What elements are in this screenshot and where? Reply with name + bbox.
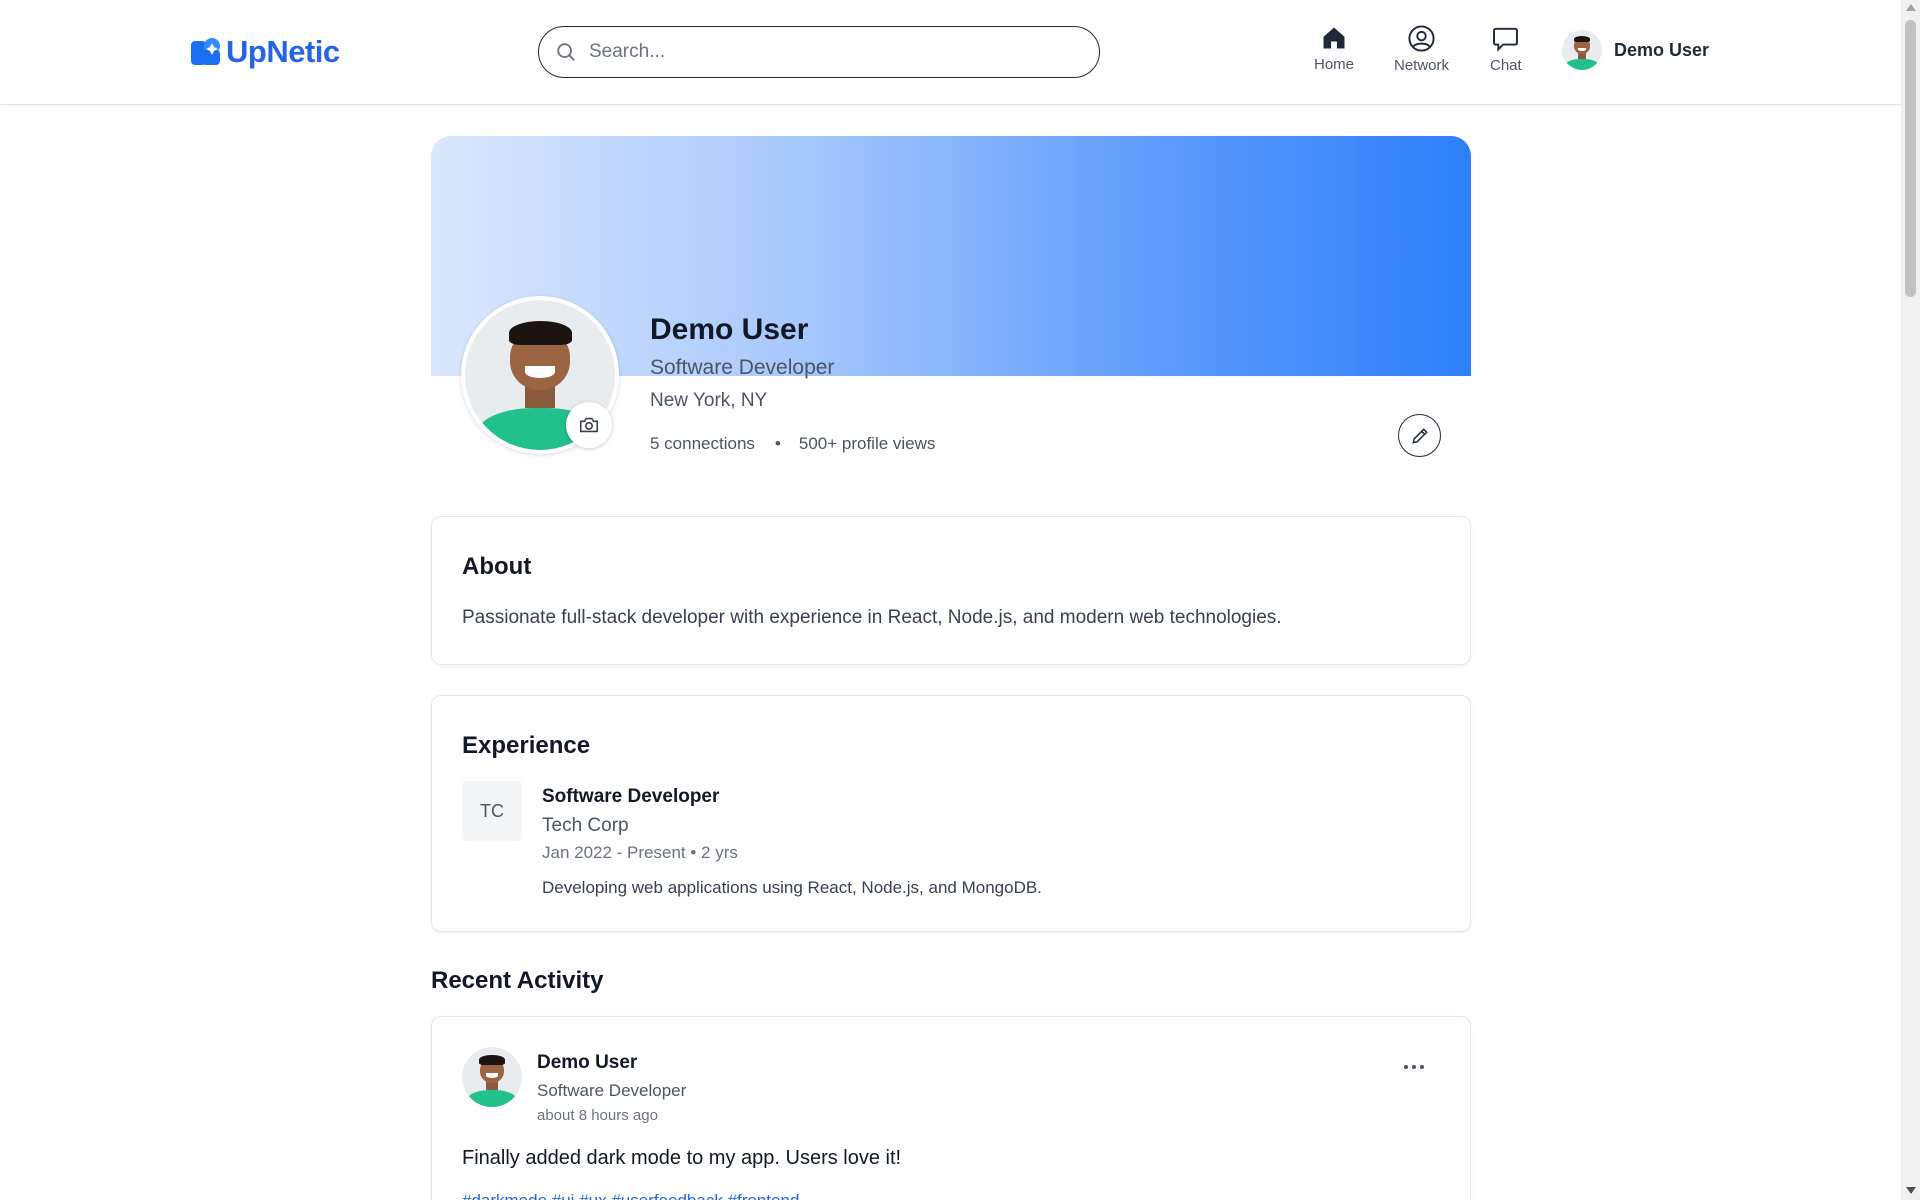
about-card: About Passionate full-stack developer wi… bbox=[431, 516, 1471, 665]
experience-role: Software Developer bbox=[542, 786, 720, 807]
post-author-avatar[interactable] bbox=[462, 1047, 522, 1107]
scroll-down-arrow-icon[interactable] bbox=[1906, 1187, 1916, 1194]
nav-home[interactable]: Home bbox=[1314, 24, 1354, 73]
user-circle-icon bbox=[1408, 25, 1435, 52]
brand-name: UpNetic bbox=[226, 34, 340, 69]
post-author-role: Software Developer bbox=[537, 1081, 687, 1100]
experience-description: Developing web applications using React,… bbox=[542, 878, 1042, 897]
nav-chat[interactable]: Chat bbox=[1490, 24, 1522, 74]
about-heading: About bbox=[462, 553, 532, 580]
search-bar bbox=[538, 26, 1100, 78]
post-hashtags[interactable]: #darkmode #ui #ux #userfeedback #fronten… bbox=[462, 1191, 799, 1200]
search-input[interactable] bbox=[589, 41, 1069, 63]
experience-dates: Jan 2022 - Present • 2 yrs bbox=[542, 843, 738, 862]
nav-chat-label: Chat bbox=[1490, 57, 1522, 74]
stats-separator: • bbox=[774, 434, 781, 453]
logo-icon bbox=[190, 36, 222, 68]
user-menu[interactable]: Demo User bbox=[1562, 30, 1709, 70]
page-scrollbar[interactable] bbox=[1901, 0, 1920, 1200]
change-photo-button[interactable] bbox=[566, 402, 612, 448]
brand-logo[interactable]: UpNetic bbox=[190, 34, 340, 70]
scrollbar-thumb[interactable] bbox=[1905, 20, 1916, 297]
more-horizontal-icon bbox=[1404, 1065, 1424, 1069]
post-text: Finally added dark mode to my app. Users… bbox=[462, 1147, 902, 1169]
profile-stats: 5 connections • 500+ profile views bbox=[650, 434, 935, 454]
pencil-icon bbox=[1411, 427, 1428, 444]
top-navbar: UpNetic Home Network Chat Demo User bbox=[0, 0, 1901, 105]
about-text: Passionate full-stack developer with exp… bbox=[462, 607, 1282, 628]
profile-name: Demo User bbox=[650, 313, 809, 346]
camera-icon bbox=[579, 417, 599, 433]
nav-network[interactable]: Network bbox=[1394, 24, 1449, 74]
profile-views-count: 500+ profile views bbox=[798, 434, 936, 453]
post-timestamp: about 8 hours ago bbox=[537, 1107, 658, 1124]
recent-activity-heading: Recent Activity bbox=[431, 967, 604, 994]
avatar bbox=[1562, 30, 1602, 70]
scroll-up-arrow-icon[interactable] bbox=[1906, 4, 1916, 11]
home-icon bbox=[1323, 27, 1345, 49]
connections-count[interactable]: 5 connections bbox=[650, 434, 755, 454]
profile-location: New York, NY bbox=[650, 390, 768, 411]
search-icon bbox=[557, 43, 575, 61]
experience-card: Experience TC Software Developer Tech Co… bbox=[431, 695, 1471, 932]
post-card: Demo User Software Developer about 8 hou… bbox=[431, 1016, 1471, 1200]
chat-bubble-icon bbox=[1493, 27, 1519, 52]
post-options-button[interactable] bbox=[1399, 1057, 1429, 1077]
nav-home-label: Home bbox=[1314, 56, 1355, 73]
experience-heading: Experience bbox=[462, 732, 591, 759]
profile-headline: Software Developer bbox=[650, 356, 835, 379]
post-author-name[interactable]: Demo User bbox=[537, 1052, 637, 1074]
company-logo: TC bbox=[462, 781, 522, 841]
user-menu-name: Demo User bbox=[1614, 39, 1710, 60]
edit-profile-button[interactable] bbox=[1398, 414, 1441, 457]
experience-company: Tech Corp bbox=[542, 815, 629, 836]
nav-network-label: Network bbox=[1394, 57, 1450, 74]
